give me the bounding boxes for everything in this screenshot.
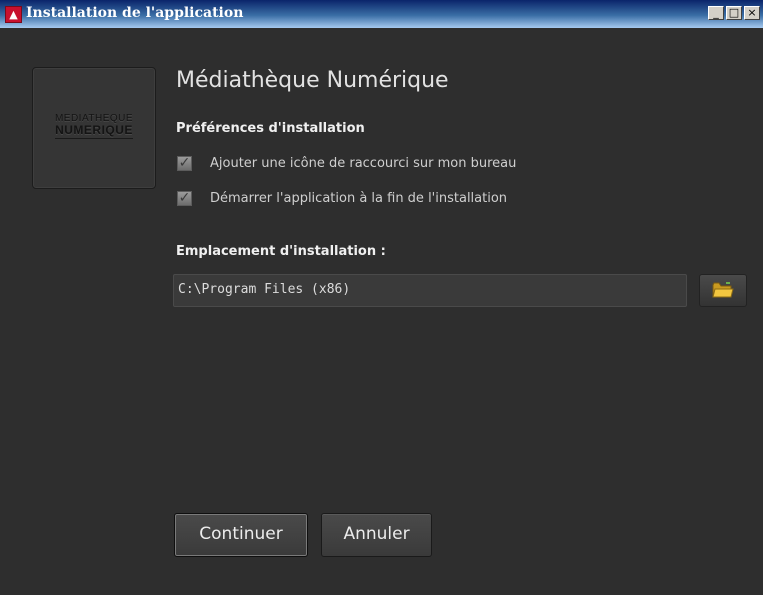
- content-area: MEDIATHEQUE NUMERIQUE Médiathèque Numéri…: [0, 28, 763, 595]
- app-name-heading: Médiathèque Numérique: [176, 68, 449, 93]
- launch-checkbox[interactable]: ✓: [177, 191, 192, 206]
- shortcut-label[interactable]: Ajouter une icône de raccourci sur mon b…: [210, 156, 516, 171]
- location-heading: Emplacement d'installation :: [176, 244, 386, 259]
- app-icon: ▲: [5, 6, 22, 23]
- maximize-button[interactable]: □: [726, 6, 742, 20]
- folder-icon: [712, 282, 734, 298]
- minimize-button[interactable]: _: [708, 6, 724, 20]
- installer-window: ▲ Installation de l'application _ □ × ME…: [0, 0, 763, 595]
- close-button[interactable]: ×: [744, 6, 760, 20]
- app-logo: MEDIATHEQUE NUMERIQUE: [32, 67, 156, 189]
- window-title: Installation de l'application: [26, 5, 244, 21]
- title-bar[interactable]: ▲ Installation de l'application _ □ ×: [0, 0, 763, 28]
- continue-button[interactable]: Continuer: [174, 513, 308, 557]
- preferences-heading: Préférences d'installation: [176, 121, 365, 136]
- browse-folder-button[interactable]: [699, 274, 747, 307]
- shortcut-checkbox[interactable]: ✓: [177, 156, 192, 171]
- logo-line-2: NUMERIQUE: [55, 123, 133, 137]
- launch-label[interactable]: Démarrer l'application à la fin de l'ins…: [210, 191, 507, 206]
- install-path-input[interactable]: C:\Program Files (x86): [173, 274, 687, 307]
- cancel-button[interactable]: Annuler: [321, 513, 432, 557]
- logo-underline: [55, 138, 133, 139]
